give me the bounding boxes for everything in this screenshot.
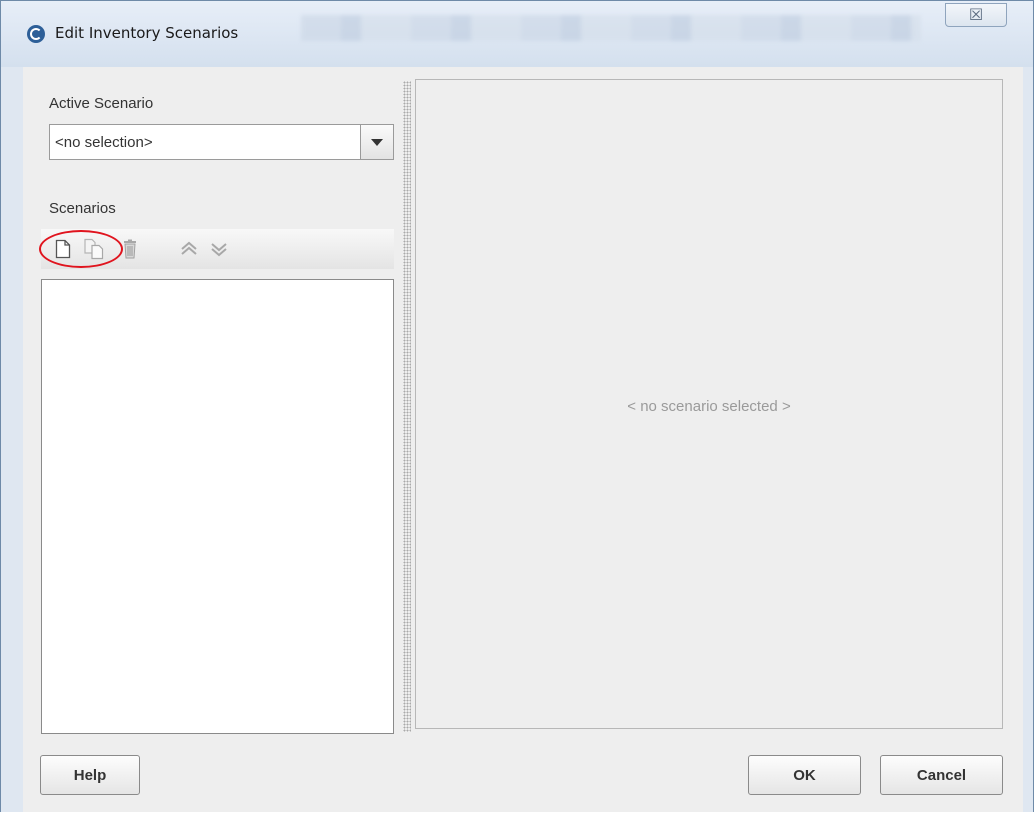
new-document-icon[interactable] bbox=[51, 237, 75, 261]
double-chevron-down-icon[interactable] bbox=[207, 237, 231, 261]
cancel-button[interactable]: Cancel bbox=[880, 755, 1003, 795]
ok-button[interactable]: OK bbox=[748, 755, 861, 795]
close-button[interactable]: ☒ bbox=[945, 3, 1007, 27]
trash-icon[interactable] bbox=[118, 237, 142, 261]
scenarios-toolbar bbox=[39, 229, 394, 269]
active-scenario-label: Active Scenario bbox=[49, 95, 154, 112]
desktop-background-strip bbox=[0, 812, 1034, 831]
dialog-title: Edit Inventory Scenarios bbox=[55, 24, 239, 42]
double-chevron-up-icon[interactable] bbox=[177, 237, 201, 261]
active-scenario-value: <no selection> bbox=[55, 134, 153, 151]
title-bar[interactable]: Edit Inventory Scenarios ☒ bbox=[1, 1, 1033, 67]
active-scenario-dropdown[interactable]: <no selection> bbox=[49, 124, 394, 160]
close-icon: ☒ bbox=[968, 7, 984, 24]
help-button[interactable]: Help bbox=[40, 755, 140, 795]
scenario-detail-panel: < no scenario selected > bbox=[415, 79, 1003, 729]
no-scenario-placeholder: < no scenario selected > bbox=[627, 398, 791, 415]
app-logo-icon bbox=[27, 25, 45, 43]
background-blur bbox=[301, 15, 921, 41]
copy-document-icon[interactable] bbox=[83, 237, 107, 261]
split-pane-divider[interactable] bbox=[403, 81, 411, 732]
chevron-down-icon[interactable] bbox=[360, 125, 393, 159]
dialog-window: Edit Inventory Scenarios ☒ Active Scenar… bbox=[0, 0, 1034, 831]
dialog-content: Active Scenario <no selection> Scenarios bbox=[23, 67, 1023, 813]
left-panel: Active Scenario <no selection> Scenarios bbox=[23, 67, 401, 735]
scenarios-list[interactable] bbox=[41, 279, 394, 734]
scenarios-label: Scenarios bbox=[49, 200, 116, 217]
